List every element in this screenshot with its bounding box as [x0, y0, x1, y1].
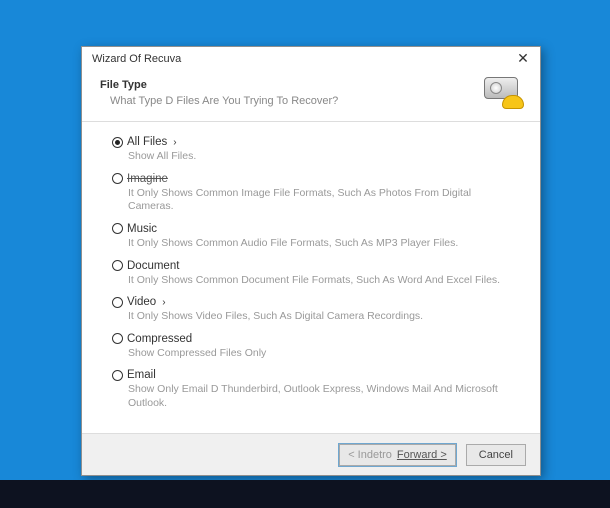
titlebar: Wizard Of Recuva ✕: [82, 47, 540, 71]
dialog-title: Wizard Of Recuva: [92, 53, 514, 65]
harddrive-icon: [484, 77, 522, 107]
option-desc: It Only Shows Common Audio File Formats,…: [112, 235, 507, 251]
option-music[interactable]: Music It Only Shows Common Audio File Fo…: [112, 223, 516, 251]
option-desc: It Only Shows Common Image File Formats,…: [112, 185, 507, 214]
option-video[interactable]: Video › It Only Shows Video Files, Such …: [112, 296, 516, 324]
option-desc: Show All Files.: [112, 148, 507, 164]
caret-icon: ›: [173, 137, 176, 148]
forward-label: Forward >: [397, 449, 447, 461]
radio-icon[interactable]: [112, 260, 123, 271]
radio-icon[interactable]: [112, 370, 123, 381]
option-desc: It Only Shows Common Document File Forma…: [112, 272, 507, 288]
option-document[interactable]: Document It Only Shows Common Document F…: [112, 260, 516, 288]
radio-icon[interactable]: [112, 223, 123, 234]
header-title: File Type: [100, 79, 484, 91]
dialog-header: File Type What Type D Files Are You Tryi…: [82, 71, 540, 122]
option-desc: Show Only Email D Thunderbird, Outlook E…: [112, 381, 507, 410]
option-label: Video: [127, 296, 156, 308]
radio-icon[interactable]: [112, 297, 123, 308]
option-label: All Files: [127, 136, 167, 148]
header-subtitle: What Type D Files Are You Trying To Reco…: [100, 95, 484, 107]
option-label: Compressed: [127, 333, 192, 345]
option-desc: It Only Shows Video Files, Such As Digit…: [112, 308, 507, 324]
option-email[interactable]: Email Show Only Email D Thunderbird, Out…: [112, 369, 516, 410]
radio-icon[interactable]: [112, 333, 123, 344]
radio-icon[interactable]: [112, 137, 123, 148]
option-desc: Show Compressed Files Only: [112, 345, 507, 361]
wizard-dialog: Wizard Of Recuva ✕ File Type What Type D…: [81, 46, 541, 476]
nav-button[interactable]: < Indetro Forward >: [339, 444, 456, 466]
caret-icon: ›: [162, 297, 165, 308]
option-label: Email: [127, 369, 156, 381]
options-list: All Files › Show All Files. Imagine It O…: [82, 122, 540, 454]
close-icon[interactable]: ✕: [514, 50, 532, 68]
cancel-button[interactable]: Cancel: [466, 444, 526, 466]
option-label: Imagine: [127, 173, 168, 185]
option-all-files[interactable]: All Files › Show All Files.: [112, 136, 516, 164]
option-label: Music: [127, 223, 157, 235]
back-label: < Indetro: [348, 449, 392, 461]
radio-icon[interactable]: [112, 173, 123, 184]
option-imagine[interactable]: Imagine It Only Shows Common Image File …: [112, 173, 516, 214]
option-compressed[interactable]: Compressed Show Compressed Files Only: [112, 333, 516, 361]
option-label: Document: [127, 260, 179, 272]
dialog-footer: < Indetro Forward > Cancel: [82, 433, 540, 475]
taskbar[interactable]: [0, 480, 610, 508]
